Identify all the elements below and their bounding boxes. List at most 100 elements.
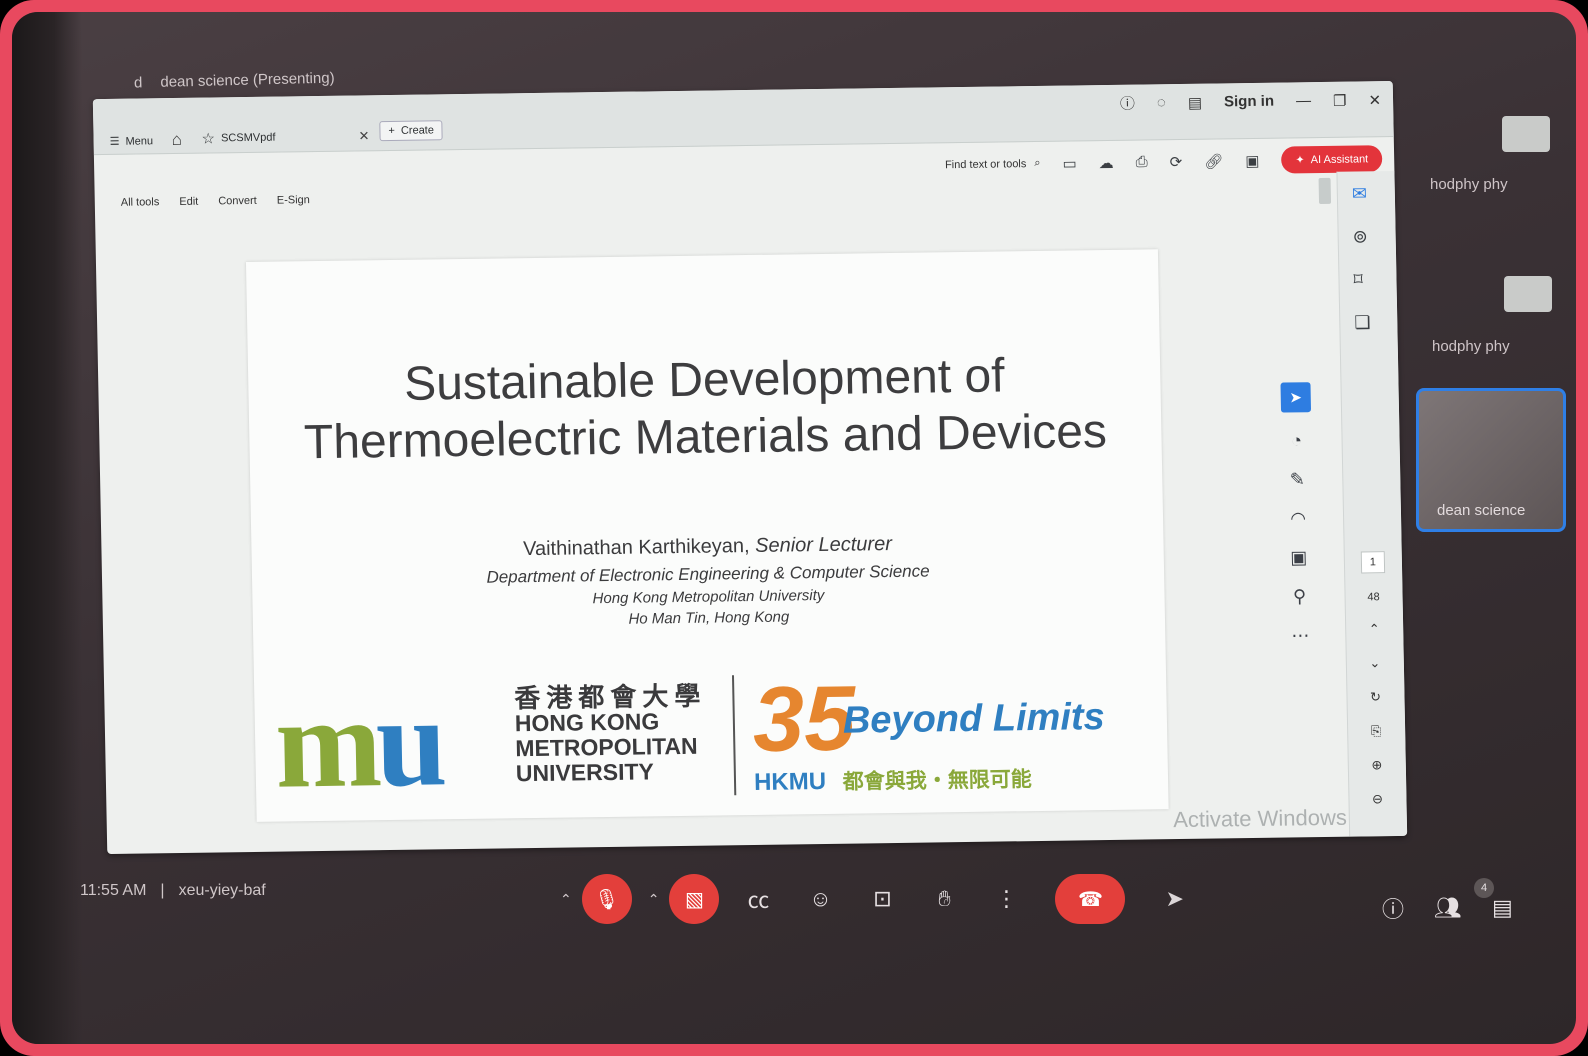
- pen-tool-icon[interactable]: ✎: [1290, 469, 1305, 490]
- anniversary-slogan-row: HKMU 都會與我・無限可能: [754, 763, 1032, 797]
- acrobat-menu-row: All tools Edit Convert E-Sign: [121, 194, 310, 209]
- hamburger-icon: ☰: [109, 135, 120, 148]
- meeting-info: 11:55 AM | xeu-yiey-baf: [80, 882, 266, 900]
- save-icon[interactable]: ▣: [1245, 151, 1260, 169]
- ai-assistant-label: AI Assistant: [1310, 152, 1369, 166]
- fit-page-icon[interactable]: ⎘: [1371, 723, 1382, 739]
- meeting-side-controls: ⓘ 👥︎ ▤: [1382, 892, 1513, 924]
- logo-row: mu 香港都會大學 HONG KONG METROPOLITAN UNIVERS…: [274, 668, 1156, 815]
- participant-1-thumbnail: [1502, 116, 1550, 152]
- info-icon[interactable]: ⓘ: [1382, 892, 1404, 924]
- acrobat-toolbar: Find text or tools ⌕ ▭ ☁ ⎙ ⟳ 🔗︎ ▣ ✦ AI A…: [945, 145, 1383, 178]
- author-name: Vaithinathan Karthikeyan,: [522, 535, 750, 561]
- comment-panel-icon[interactable]: ⊚: [1352, 226, 1369, 247]
- device-frame: d dean science (Presenting) ☰ Menu ⌂ ☆ S…: [0, 0, 1588, 1056]
- lasso-tool-icon[interactable]: ◠: [1290, 508, 1306, 529]
- page-up-icon[interactable]: ⌃: [1369, 621, 1380, 637]
- mic-off-icon: 🎙︎: [594, 888, 620, 911]
- leave-call-button[interactable]: ☎: [1055, 874, 1126, 924]
- mouse-cursor-icon: ➤: [1165, 886, 1184, 911]
- slide-title: Sustainable Development of Thermoelectri…: [248, 345, 1162, 472]
- page-down-icon[interactable]: ⌄: [1369, 655, 1380, 671]
- participant-dean-tile[interactable]: dean science: [1416, 388, 1566, 532]
- mic-off-button[interactable]: 🎙︎: [581, 874, 632, 924]
- more-options-button[interactable]: ⋮: [983, 876, 1029, 922]
- hkmu-line3: UNIVERSITY: [515, 758, 655, 787]
- plus-icon: +: [388, 124, 396, 138]
- author-role: Senior Lecturer: [754, 533, 893, 557]
- menu-edit[interactable]: Edit: [179, 196, 198, 208]
- anniversary-limits: Limits: [992, 696, 1106, 740]
- emoji-button[interactable]: ☺: [797, 876, 843, 922]
- people-icon[interactable]: 👥︎: [1434, 895, 1462, 921]
- page-total: 48: [1367, 591, 1380, 604]
- window-controls: ⓘ ◌ ▤ Sign in — ❐ ✕: [1120, 89, 1382, 114]
- home-icon[interactable]: ⌂: [171, 130, 182, 150]
- sign-in-button[interactable]: Sign in: [1224, 93, 1274, 111]
- restore-icon[interactable]: ❐: [1333, 91, 1347, 109]
- present-button[interactable]: ⊡: [859, 876, 905, 922]
- captions-button[interactable]: ㏄: [735, 876, 781, 922]
- bookmark-panel-icon[interactable]: ⌑: [1353, 269, 1370, 290]
- menu-button[interactable]: ☰ Menu: [109, 134, 154, 148]
- edit-panel-icon[interactable]: ✉: [1352, 183, 1369, 204]
- ai-assistant-button[interactable]: ✦ AI Assistant: [1281, 145, 1383, 174]
- emoji-icon: ☺: [809, 886, 832, 911]
- menu-all-tools[interactable]: All tools: [121, 196, 160, 209]
- view-icon[interactable]: ▭: [1062, 154, 1077, 172]
- participant-2-name: hodphy phy: [1432, 338, 1510, 355]
- more-tools-icon[interactable]: ⋯: [1291, 625, 1309, 646]
- raise-hand-button[interactable]: ✋︎: [921, 876, 967, 922]
- zoom-in-icon[interactable]: ⊕: [1371, 757, 1382, 773]
- close-tab-icon[interactable]: ✕: [358, 128, 369, 144]
- hand-icon: ✋︎: [938, 886, 951, 911]
- share-icon[interactable]: ⟳: [1170, 152, 1183, 170]
- audio-options-chevron-icon[interactable]: ⌃: [560, 891, 572, 908]
- tab-file[interactable]: ☆ SCSMVpdf: [201, 129, 276, 147]
- presenter-label-text: dean science (Presenting): [160, 69, 335, 91]
- zoom-out-icon[interactable]: ⊖: [1372, 791, 1383, 807]
- page-navigation: 1 48 ⌃ ⌄ ↻ ⎘ ⊕ ⊖: [1355, 551, 1396, 807]
- star-icon[interactable]: ☆: [201, 129, 215, 147]
- select-tool-cursor-icon[interactable]: ➤: [1280, 382, 1312, 413]
- meeting-code: xeu-yiey-baf: [178, 882, 266, 899]
- pages-panel-icon[interactable]: ❏: [1354, 312, 1371, 333]
- stamp-tool-icon[interactable]: ⚲: [1293, 586, 1307, 607]
- link-icon[interactable]: 🔗︎: [1204, 152, 1223, 170]
- help-icon[interactable]: ⓘ: [1120, 93, 1135, 114]
- meeting-separator: |: [160, 882, 165, 899]
- comment-tool-icon[interactable]: ◔: [1291, 430, 1302, 451]
- text-box-tool-icon[interactable]: ▣: [1290, 547, 1307, 568]
- presenter-initial: d: [133, 74, 143, 92]
- create-label: Create: [400, 124, 435, 137]
- create-button[interactable]: + Create: [379, 120, 444, 142]
- file-tab-label: SCSMVpdf: [220, 131, 276, 145]
- page-number-input[interactable]: 1: [1360, 551, 1386, 574]
- find-tools-search[interactable]: Find text or tools ⌕: [945, 157, 1041, 171]
- shared-acrobat-window: ☰ Menu ⌂ ☆ SCSMVpdf ✕ + Create ⓘ ◌ ▤ Sig: [92, 80, 1408, 855]
- side-panel-icons: ✉ ⊚ ⌑ ❏: [1352, 183, 1371, 333]
- minimize-icon[interactable]: —: [1296, 92, 1311, 109]
- meet-screen: d dean science (Presenting) ☰ Menu ⌂ ☆ S…: [12, 12, 1576, 1044]
- meeting-time: 11:55 AM: [80, 882, 147, 899]
- author-block: Vaithinathan Karthikeyan, Senior Lecture…: [251, 529, 1165, 633]
- cloud-upload-icon[interactable]: ☁: [1099, 153, 1114, 171]
- camera-off-button[interactable]: ▧: [669, 874, 720, 924]
- right-side-panel: ✉ ⊚ ⌑ ❏ 1 48 ⌃ ⌄ ↻ ⎘ ⊕ ⊖: [1336, 170, 1408, 837]
- scrollbar-thumb[interactable]: [1318, 177, 1332, 205]
- apps-icon[interactable]: ▤: [1188, 93, 1203, 111]
- find-tools-placeholder: Find text or tools: [944, 157, 1027, 171]
- menu-e-sign[interactable]: E-Sign: [277, 194, 310, 206]
- activate-windows-watermark: Activate Windows: [1172, 804, 1348, 833]
- hkmu-line2: METROPOLITAN: [515, 732, 698, 762]
- video-options-chevron-icon[interactable]: ⌃: [648, 891, 660, 908]
- print-icon[interactable]: ⎙: [1136, 153, 1148, 170]
- rotate-icon[interactable]: ↻: [1370, 689, 1381, 705]
- search-icon: ⌕: [1034, 156, 1041, 170]
- menu-convert[interactable]: Convert: [218, 195, 257, 208]
- close-window-icon[interactable]: ✕: [1368, 91, 1381, 109]
- acrobat-titlebar: ☰ Menu ⌂ ☆ SCSMVpdf ✕ + Create ⓘ ◌ ▤ Sig: [92, 80, 1394, 156]
- notification-icon[interactable]: ◌: [1157, 94, 1166, 111]
- chat-icon[interactable]: ▤: [1492, 895, 1513, 921]
- logo-divider: [731, 675, 737, 796]
